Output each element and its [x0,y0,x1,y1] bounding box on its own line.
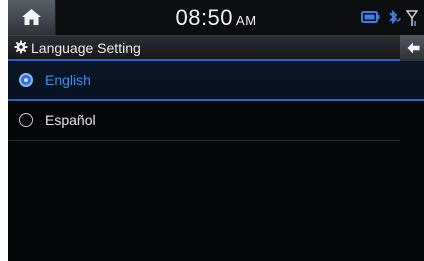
back-arrow-icon [407,42,420,54]
battery-icon [361,11,380,23]
radio-selected[interactable] [19,73,33,87]
bluetooth-icon [389,9,401,25]
signal-icon [406,10,418,26]
gear-icon [14,40,28,54]
language-list: English Español [8,61,424,141]
head-unit-screen: 08:50 AM Language Setting English Españo… [8,0,424,261]
page-title: Language Setting [31,40,141,56]
title-bar: Language Setting [8,35,424,61]
language-option-english[interactable]: English [8,61,424,101]
language-label: Español [45,112,96,128]
clock-ampm: AM [236,13,257,28]
back-button[interactable] [400,35,424,61]
status-bar: 08:50 AM [8,0,424,35]
language-option-espanol[interactable]: Español [8,101,400,141]
clock-time: 08:50 [175,5,234,30]
radio-unselected[interactable] [19,113,33,127]
language-label: English [45,72,91,88]
